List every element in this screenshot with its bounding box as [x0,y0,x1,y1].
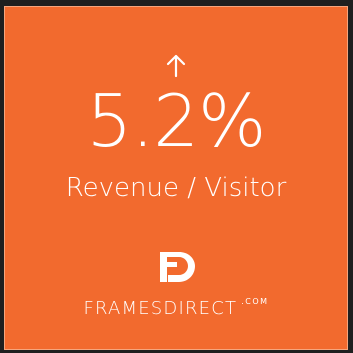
stat-stack: 5.2% Revenue / Visitor FRAMESDIRECT .COM [5,7,347,349]
brand-name-main: FRAMESDIRECT [83,298,238,319]
promo-card: 5.2% Revenue / Visitor FRAMESDIRECT .COM [4,6,348,350]
brand-name-suffix: .COM [241,297,269,306]
stat-value: 5.2% [86,79,267,163]
arrow-up-icon [166,54,186,78]
framesdirect-logo [160,252,195,282]
brand-name: FRAMESDIRECT .COM [5,298,347,318]
stat-label: Revenue / Visitor [65,173,287,203]
page-frame: 5.2% Revenue / Visitor FRAMESDIRECT .COM [0,0,353,353]
